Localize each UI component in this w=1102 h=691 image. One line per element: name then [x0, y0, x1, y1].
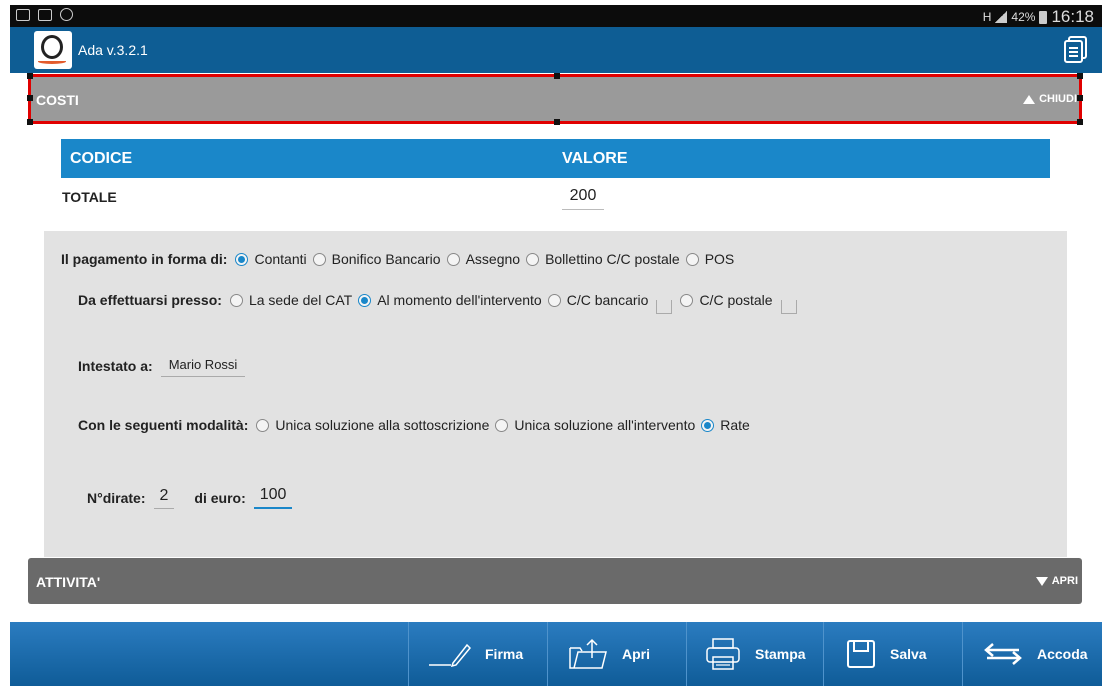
selection-handle	[27, 73, 33, 79]
costi-label: COSTI	[36, 92, 79, 108]
firma-label: Firma	[485, 646, 524, 662]
radio-pos[interactable]: POS	[685, 251, 734, 267]
selection-handle	[27, 119, 33, 125]
firma-button[interactable]: Firma	[408, 622, 547, 686]
triangle-up-icon	[1023, 94, 1036, 104]
radio-checked-icon	[701, 418, 715, 432]
cc-bancario-field[interactable]	[656, 300, 673, 314]
bottom-action-bar: Firma Apri Stampa Salva Accoda	[10, 622, 1102, 686]
selection-handle	[554, 119, 560, 125]
radio-unica-sottoscrizione[interactable]: Unica soluzione alla sottoscrizione	[256, 417, 489, 433]
radio-icon	[526, 252, 540, 266]
clock: 16:18	[1051, 7, 1094, 26]
radio-unica-intervento[interactable]: Unica soluzione all'intervento	[495, 417, 695, 433]
swap-arrows-icon	[984, 643, 1022, 665]
costs-table-header: CODICE VALORE	[61, 139, 1050, 178]
radio-al-momento[interactable]: Al momento dell'intervento	[358, 292, 542, 308]
radio-icon	[312, 252, 326, 266]
radio-icon	[446, 252, 460, 266]
total-value-field[interactable]: 200	[562, 186, 604, 210]
apri-label: Apri	[622, 646, 650, 662]
payment-place-row: Da effettuarsi presso: La sede del CAT A…	[78, 292, 805, 314]
gallery-icon	[16, 8, 30, 21]
holder-row: Intestato a: Mario Rossi	[78, 355, 246, 377]
costi-section-header[interactable]: COSTI CHIUDI	[27, 73, 1083, 125]
radio-bonifico-bancario[interactable]: Bonifico Bancario	[312, 251, 441, 267]
installments-row: N°dirate: 2 di euro: 100	[87, 486, 293, 509]
printer-icon	[706, 638, 740, 670]
apri-toggle[interactable]: APRI	[1035, 575, 1078, 587]
compass-icon	[60, 8, 73, 21]
network-type: H	[982, 10, 992, 24]
attivita-section-header[interactable]: ATTIVITA' APRI	[28, 558, 1082, 604]
payment-form-label: Il pagamento in forma di:	[61, 251, 228, 267]
radio-checked-icon	[235, 252, 249, 266]
chiudi-toggle[interactable]: CHIUDI	[1023, 93, 1077, 105]
selection-handle	[1077, 95, 1083, 101]
radio-icon	[256, 418, 270, 432]
pen-icon	[429, 643, 471, 667]
radio-bollettino[interactable]: Bollettino C/C postale	[526, 251, 680, 267]
salva-label: Salva	[890, 646, 927, 662]
payment-panel: Il pagamento in forma di: Contanti Bonif…	[44, 231, 1067, 557]
selection-handle	[27, 95, 33, 101]
battery-icon	[1039, 10, 1048, 24]
salva-button[interactable]: Salva	[823, 622, 962, 686]
app-header: Ada v.3.2.1	[10, 27, 1102, 73]
radio-contanti[interactable]: Contanti	[235, 251, 307, 267]
selection-handle	[1077, 73, 1083, 79]
selection-handle	[554, 73, 560, 79]
stampa-button[interactable]: Stampa	[686, 622, 823, 686]
folder-upload-icon	[569, 638, 607, 669]
accoda-label: Accoda	[1037, 646, 1088, 662]
column-codice: CODICE	[70, 150, 133, 167]
status-bar: H 42% 16:18	[10, 5, 1102, 27]
radio-cc-bancario[interactable]: C/C bancario	[547, 292, 648, 308]
radio-cc-postale[interactable]: C/C postale	[680, 292, 773, 308]
amount-label: di euro:	[194, 489, 246, 506]
app-logo	[34, 31, 72, 69]
holder-input[interactable]: Mario Rossi	[160, 355, 246, 377]
total-label: TOTALE	[62, 189, 117, 205]
radio-icon	[680, 293, 694, 307]
radio-sede-cat[interactable]: La sede del CAT	[229, 292, 352, 308]
stampa-label: Stampa	[755, 646, 806, 662]
radio-icon	[229, 293, 243, 307]
selection-handle	[1077, 119, 1083, 125]
radio-rate[interactable]: Rate	[701, 417, 750, 433]
column-valore: VALORE	[562, 150, 628, 167]
amount-input[interactable]: 100	[253, 486, 293, 509]
attivita-label: ATTIVITA'	[36, 574, 101, 590]
app-title: Ada v.3.2.1	[78, 42, 148, 58]
installments-input[interactable]: 2	[153, 487, 175, 509]
signal-icon	[995, 11, 1008, 23]
triangle-down-icon	[1035, 576, 1048, 586]
radio-icon	[547, 293, 561, 307]
documents-icon[interactable]	[1064, 36, 1088, 63]
radio-assegno[interactable]: Assegno	[446, 251, 520, 267]
cast-icon	[38, 8, 52, 21]
holder-label: Intestato a:	[78, 358, 153, 374]
accoda-button[interactable]: Accoda	[962, 622, 1102, 686]
chiudi-label: CHIUDI	[1039, 93, 1077, 105]
payment-mode-label: Con le seguenti modalità:	[78, 417, 249, 433]
payment-mode-row: Con le seguenti modalità: Unica soluzion…	[78, 417, 756, 433]
payment-form-row: Il pagamento in forma di: Contanti Bonif…	[61, 251, 740, 267]
radio-icon	[495, 418, 509, 432]
apri-button[interactable]: Apri	[547, 622, 686, 686]
save-icon	[847, 640, 875, 668]
battery-level: 42%	[1011, 10, 1036, 24]
installments-label: N°dirate:	[87, 489, 146, 506]
radio-checked-icon	[358, 293, 372, 307]
apri-label: APRI	[1051, 575, 1078, 587]
cc-postale-field[interactable]	[780, 300, 797, 314]
payment-place-label: Da effettuarsi presso:	[78, 292, 222, 308]
radio-icon	[685, 252, 699, 266]
